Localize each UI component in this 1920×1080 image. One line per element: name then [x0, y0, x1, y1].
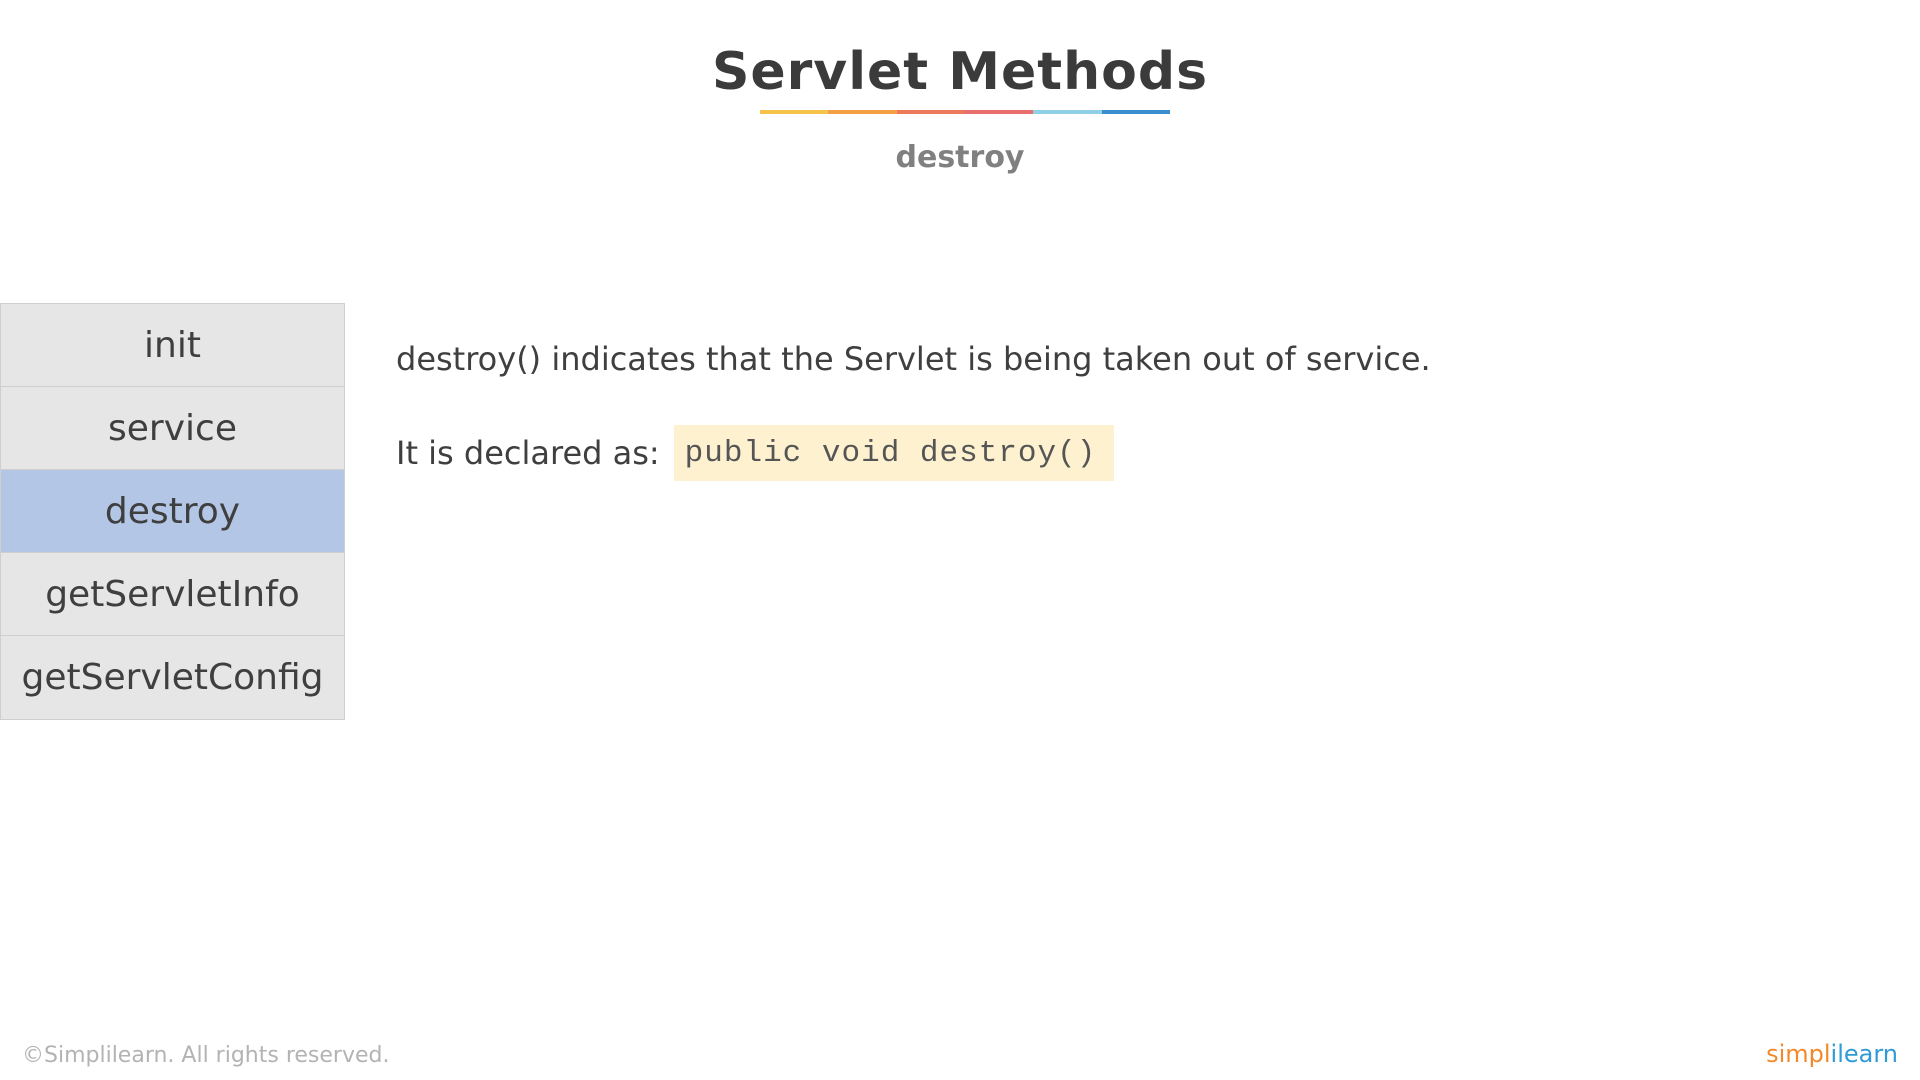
logo-text-part1: simpl [1766, 1040, 1831, 1068]
menu-item-service[interactable]: service [1, 387, 344, 470]
menu-item-getservletconfig[interactable]: getServletConfig [1, 636, 344, 719]
logo-text-part2: ilearn [1830, 1040, 1898, 1068]
declaration-label: It is declared as: [396, 434, 660, 472]
underline-segment [896, 110, 965, 114]
menu-item-init[interactable]: init [1, 304, 344, 387]
declaration-code: public void destroy() [673, 425, 1115, 481]
method-menu: init service destroy getServletInfo getS… [0, 303, 345, 720]
underline-segment [828, 110, 897, 114]
underline-segment [760, 110, 829, 114]
page-title: Servlet Methods [711, 42, 1209, 102]
underline-segment [964, 110, 1034, 114]
underline-segment [1101, 110, 1170, 114]
underline-segment [1033, 110, 1102, 114]
page-subtitle: destroy [895, 140, 1025, 175]
menu-item-destroy[interactable]: destroy [1, 470, 344, 553]
method-description: destroy() indicates that the Servlet is … [396, 340, 1431, 378]
slide: Servlet Methods destroy init service des… [0, 0, 1920, 1080]
title-underline [760, 110, 1170, 114]
copyright-notice: ©Simplilearn. All rights reserved. [22, 1043, 390, 1068]
simplilearn-logo: simplilearn [1766, 1040, 1898, 1068]
menu-item-getservletinfo[interactable]: getServletInfo [1, 553, 344, 636]
declaration-row: It is declared as: public void destroy() [396, 425, 1115, 481]
